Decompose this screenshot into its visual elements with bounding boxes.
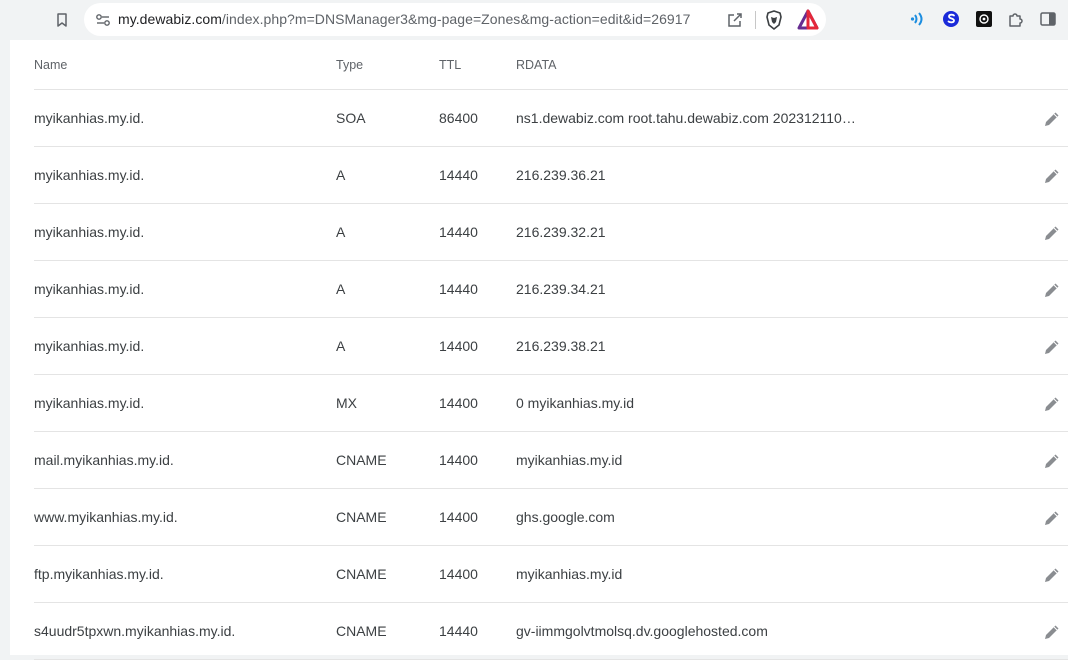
pencil-edit-icon[interactable] — [1041, 621, 1063, 643]
record-ttl: 14400 — [439, 509, 478, 525]
record-name: mail.myikanhias.my.id. — [34, 452, 174, 468]
omnibox-divider — [755, 11, 756, 29]
header-ttl[interactable]: TTL — [439, 58, 461, 72]
browser-toolbar: my.dewabiz.com/index.php?m=DNSManager3&m… — [0, 0, 1068, 40]
record-name: myikanhias.my.id. — [34, 167, 145, 183]
record-name: s4uudr5tpxwn.myikanhias.my.id. — [34, 623, 236, 639]
bookmark-icon[interactable] — [50, 8, 74, 32]
record-type: A — [336, 224, 346, 240]
record-rdata: 216.239.34.21 — [516, 281, 606, 297]
header-rdata[interactable]: RDATA — [516, 58, 557, 72]
record-name: myikanhias.my.id. — [34, 395, 145, 411]
dns-zone-page: Name Type TTL RDATA myikanhias.my.id. SOA… — [10, 40, 1068, 660]
table-row: mail.myikanhias.my.id. CNAME 14400 myikanhi… — [34, 432, 1068, 489]
record-ttl: 14400 — [439, 566, 478, 582]
record-rdata: ns1.dewabiz.com root.tahu.dewabiz.com 20… — [516, 110, 858, 126]
record-ttl: 14400 — [439, 452, 478, 468]
ext-ai-icon[interactable] — [974, 9, 994, 29]
table-row: myikanhias.my.id. MX 14400 0 myikanhias.my.… — [34, 375, 1068, 432]
table-row: ftp.myikanhias.my.id. CNAME 14400 myikanhia… — [34, 546, 1068, 603]
header-name[interactable]: Name — [34, 58, 67, 72]
sidebar-toggle-icon[interactable] — [1038, 9, 1058, 29]
table-header: Name Type TTL RDATA — [34, 40, 1068, 90]
brave-shields-icon[interactable] — [763, 9, 785, 31]
record-name: myikanhias.my.id. — [34, 110, 145, 126]
record-type: MX — [336, 395, 357, 411]
record-type: SOA — [336, 110, 366, 126]
record-ttl: 14400 — [439, 395, 478, 411]
pencil-edit-icon[interactable] — [1041, 336, 1063, 358]
record-ttl: 14400 — [439, 338, 478, 354]
record-name: myikanhias.my.id. — [34, 224, 145, 240]
record-rdata: ghs.google.com — [516, 509, 615, 525]
record-rdata: 0 myikanhias.my.id — [516, 395, 635, 411]
table-row: s4uudr5tpxwn.myikanhias.my.id. CNAME 14440… — [34, 603, 1068, 660]
table-row: myikanhias.my.id. SOA 86400 ns1.dewabiz.com… — [34, 90, 1068, 147]
record-type: CNAME — [336, 509, 387, 525]
record-rdata: 216.239.32.21 — [516, 224, 606, 240]
record-type: A — [336, 281, 346, 297]
record-name: ftp.myikanhias.my.id. — [34, 566, 164, 582]
record-type: A — [336, 338, 346, 354]
record-ttl: 86400 — [439, 110, 478, 126]
record-type: CNAME — [336, 566, 387, 582]
url-path: /index.php?m=DNSManager3&mg-page=Zones&m… — [221, 11, 691, 27]
table-row: myikanhias.my.id. A 14440 216.239.36.21 — [34, 147, 1068, 204]
record-rdata: 216.239.36.21 — [516, 167, 606, 183]
ext-audio-icon[interactable] — [909, 9, 929, 29]
pencil-edit-icon[interactable] — [1041, 279, 1063, 301]
record-rdata: myikanhias.my.id — [516, 452, 623, 468]
record-type: CNAME — [336, 452, 387, 468]
record-name: www.myikanhias.my.id. — [34, 509, 178, 525]
record-ttl: 14440 — [439, 224, 478, 240]
extensions-puzzle-icon[interactable] — [1006, 9, 1026, 29]
record-rdata: myikanhias.my.id — [516, 566, 623, 582]
pencil-edit-icon[interactable] — [1041, 507, 1063, 529]
pencil-edit-icon[interactable] — [1041, 222, 1063, 244]
table-row: myikanhias.my.id. A 14400 216.239.38.21 — [34, 318, 1068, 375]
record-type: A — [336, 167, 346, 183]
pencil-edit-icon[interactable] — [1041, 165, 1063, 187]
url-host: my.dewabiz.com — [118, 11, 222, 27]
ext-s-icon[interactable] — [941, 9, 961, 29]
record-rdata: gv-iimmgolvtmolsq.dv.googlehosted.com — [516, 623, 768, 639]
record-name: myikanhias.my.id. — [34, 281, 145, 297]
pencil-edit-icon[interactable] — [1041, 450, 1063, 472]
record-type: CNAME — [336, 623, 387, 639]
share-icon[interactable] — [725, 10, 745, 30]
table-row: www.myikanhias.my.id. CNAME 14400 ghs.googl… — [34, 489, 1068, 546]
header-type[interactable]: Type — [336, 58, 363, 72]
url-text[interactable]: my.dewabiz.com/index.php?m=DNSManager3&m… — [118, 11, 690, 27]
brave-rewards-icon[interactable] — [797, 9, 819, 31]
address-bar[interactable]: my.dewabiz.com/index.php?m=DNSManager3&m… — [84, 3, 826, 36]
pencil-edit-icon[interactable] — [1041, 564, 1063, 586]
record-name: myikanhias.my.id. — [34, 338, 145, 354]
table-row: myikanhias.my.id. A 14440 216.239.32.21 — [34, 204, 1068, 261]
table-row: myikanhias.my.id. A 14440 216.239.34.21 — [34, 261, 1068, 318]
site-settings-icon[interactable] — [94, 11, 112, 29]
pencil-edit-icon[interactable] — [1041, 108, 1063, 130]
record-rdata: 216.239.38.21 — [516, 338, 606, 354]
record-ttl: 14440 — [439, 167, 478, 183]
pencil-edit-icon[interactable] — [1041, 393, 1063, 415]
record-ttl: 14440 — [439, 281, 478, 297]
record-ttl: 14440 — [439, 623, 478, 639]
